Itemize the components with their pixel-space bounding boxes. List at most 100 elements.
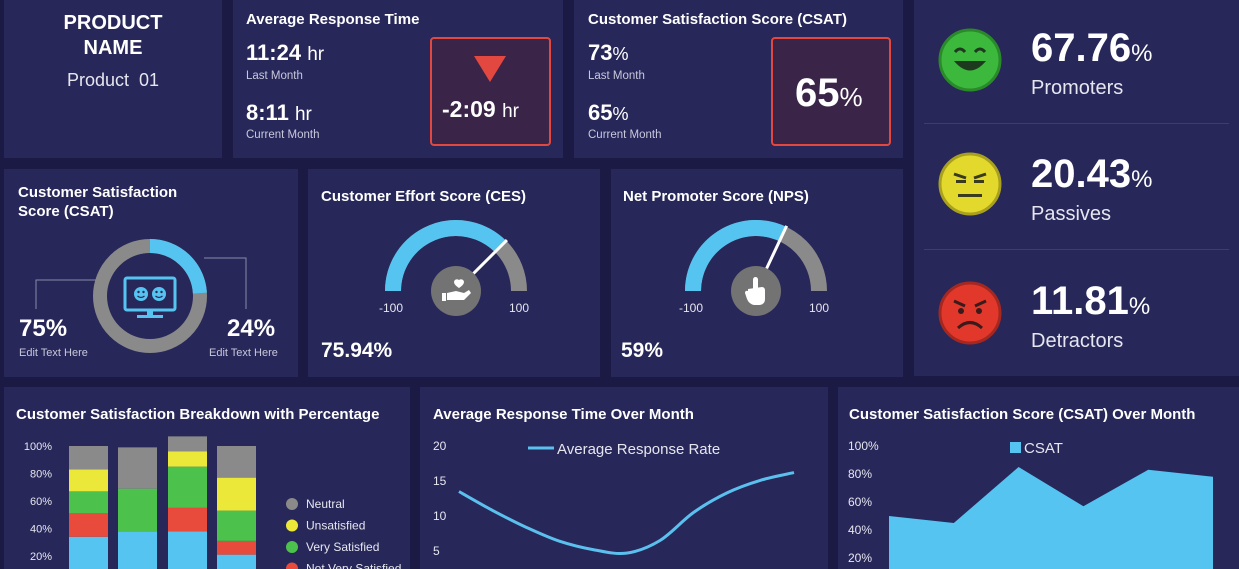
donut-left-value: 75% bbox=[19, 315, 68, 342]
breakdown-bar-segment bbox=[118, 531, 157, 569]
breakdown-bar-segment bbox=[168, 451, 207, 467]
donut-right-leader bbox=[204, 257, 247, 309]
breakdown-legend-label: Not Very Satisfied bbox=[306, 562, 401, 569]
csat-last-unit: % bbox=[612, 44, 629, 64]
passives-unit: % bbox=[1131, 166, 1153, 193]
breakdown-bar-segment bbox=[217, 540, 256, 555]
area-y-tick: 60% bbox=[848, 495, 872, 509]
promoters-row: 67.76% Promoters bbox=[914, 0, 1239, 123]
breakdown-bar-segment bbox=[69, 469, 108, 492]
breakdown-bar-segment bbox=[217, 446, 256, 478]
donut-right-value: 24% bbox=[227, 315, 276, 342]
breakdown-bar-segment bbox=[168, 507, 207, 532]
line-y-tick: 10 bbox=[433, 509, 447, 523]
neutral-face-icon bbox=[938, 152, 1002, 216]
breakdown-legend-marker bbox=[286, 541, 298, 553]
sad-face-icon bbox=[938, 281, 1002, 345]
nps-breakdown-panel: 67.76% Promoters 20.43% Passives 11.81% … bbox=[914, 0, 1239, 376]
avg-response-panel: Average Response Time 11:24 hr Last Mont… bbox=[233, 0, 563, 158]
breakdown-chart: 100% 80% 60% 40% 20% Neutral Unsatisfied Very S… bbox=[24, 436, 401, 569]
passives-label: Passives bbox=[1031, 203, 1112, 225]
breakdown-y-tick: 20% bbox=[30, 551, 52, 563]
breakdown-bar-segment bbox=[69, 491, 108, 514]
avg-response-last-label: Last Month bbox=[246, 70, 303, 82]
nps-value: 59% bbox=[621, 339, 664, 362]
breakdown-legend-marker bbox=[286, 562, 298, 569]
csat-current-label: Current Month bbox=[588, 129, 662, 141]
line-legend-label: Average Response Rate bbox=[557, 441, 720, 458]
csat-box-value: 65% bbox=[795, 71, 863, 116]
ces-panel: Customer Effort Score (CES) -100 100 75.… bbox=[308, 169, 600, 377]
breakdown-y-tick: 40% bbox=[30, 524, 52, 536]
product-name-value: Product 01 bbox=[66, 70, 160, 90]
product-title-line1: PRODUCT bbox=[63, 12, 163, 34]
breakdown-legend-label: Very Satisfied bbox=[306, 540, 379, 554]
nps-panel: Net Promoter Score (NPS) -100 100 59% bbox=[611, 169, 903, 377]
csat-last-value: 73% bbox=[588, 40, 629, 66]
avg-response-delta-box: -2:09 hr bbox=[430, 37, 551, 146]
promoters-label: Promoters bbox=[1031, 77, 1124, 99]
breakdown-bar-segment bbox=[69, 446, 108, 470]
happy-face-icon bbox=[938, 28, 1002, 92]
passives-row: 20.43% Passives bbox=[914, 124, 1239, 249]
breakdown-bar-segment bbox=[217, 554, 256, 569]
detractors-unit: % bbox=[1128, 293, 1151, 320]
breakdown-bar-segment bbox=[118, 447, 157, 489]
avg-response-last-unit: hr bbox=[307, 44, 325, 65]
detractors-value: 11.81% bbox=[1031, 279, 1150, 324]
breakdown-legend-marker bbox=[286, 519, 298, 532]
avg-response-chart-panel: Average Response Time Over Month 20 15 10 5… bbox=[420, 387, 828, 569]
breakdown-bar-segment bbox=[168, 466, 207, 508]
detractors-number: 11.81 bbox=[1031, 279, 1129, 323]
line-y-tick: 20 bbox=[433, 439, 447, 453]
promoters-number: 67.76 bbox=[1031, 26, 1132, 70]
avg-response-current-number: 8:11 bbox=[246, 100, 289, 125]
csat-last-label: Last Month bbox=[588, 70, 645, 82]
avg-response-current-label: Current Month bbox=[246, 129, 320, 141]
line-series bbox=[458, 471, 795, 555]
avg-response-delta-value: -2:09 hr bbox=[442, 96, 519, 123]
avg-response-title: Average Response Time bbox=[246, 11, 420, 28]
nps-gauge-min-text: -100 bbox=[679, 301, 703, 315]
breakdown-legend-label: Neutral bbox=[306, 497, 345, 511]
csat-current-number: 65 bbox=[588, 100, 613, 125]
product-name-panel: PRODUCT NAME Product 01 bbox=[4, 0, 222, 158]
product-title-line2: NAME bbox=[83, 37, 143, 59]
donut-right-label: Edit Text Here bbox=[209, 347, 278, 359]
breakdown-y-tick: 60% bbox=[30, 496, 52, 508]
breakdown-bar-segment bbox=[118, 488, 157, 532]
csat-donut-chart bbox=[35, 239, 247, 353]
csat-current-value: 65% bbox=[588, 100, 629, 126]
detractors-label: Detractors bbox=[1031, 330, 1124, 352]
line-y-tick: 15 bbox=[433, 474, 447, 488]
avg-response-delta-number: -2:09 bbox=[442, 96, 496, 122]
csat-box-unit: % bbox=[839, 82, 863, 112]
breakdown-bar-segment bbox=[168, 436, 207, 452]
csat-summary-title: Customer Satisfaction Score (CSAT) bbox=[588, 11, 847, 28]
csat-chart-panel: Customer Satisfaction Score (CSAT) Over … bbox=[838, 387, 1239, 569]
area-series bbox=[889, 467, 1213, 569]
area-y-tick: 100% bbox=[848, 439, 879, 453]
line-y-tick: 5 bbox=[433, 544, 440, 558]
avg-response-last-value: 11:24 hr bbox=[246, 40, 324, 66]
breakdown-y-tick: 100% bbox=[24, 441, 52, 453]
csat-summary-panel: Customer Satisfaction Score (CSAT) 73% L… bbox=[574, 0, 903, 158]
breakdown-bar-segment bbox=[69, 536, 108, 569]
passives-value: 20.43% bbox=[1031, 152, 1152, 197]
breakdown-bar-segment bbox=[168, 531, 207, 569]
csat-donut-panel: Customer Satisfaction Score (CSAT) 75% E… bbox=[4, 169, 298, 377]
donut-left-leader bbox=[35, 279, 96, 309]
breakdown-bar-segment bbox=[69, 513, 108, 537]
breakdown-legend-marker bbox=[286, 498, 298, 510]
csat-box-number: 65 bbox=[795, 71, 840, 115]
area-y-tick: 80% bbox=[848, 467, 872, 481]
avg-response-last-number: 11:24 bbox=[246, 40, 302, 65]
promoters-unit: % bbox=[1131, 40, 1153, 67]
passives-number: 20.43 bbox=[1031, 152, 1132, 196]
avg-response-current-unit: hr bbox=[294, 104, 312, 125]
breakdown-y-tick: 80% bbox=[30, 469, 52, 481]
area-legend-marker bbox=[1010, 442, 1021, 453]
csat-area-chart: 100% 80% 60% 40% 20% CSAT bbox=[848, 439, 1213, 569]
csat-last-number: 73 bbox=[588, 40, 613, 65]
ces-gauge-min-text: -100 bbox=[379, 301, 403, 315]
